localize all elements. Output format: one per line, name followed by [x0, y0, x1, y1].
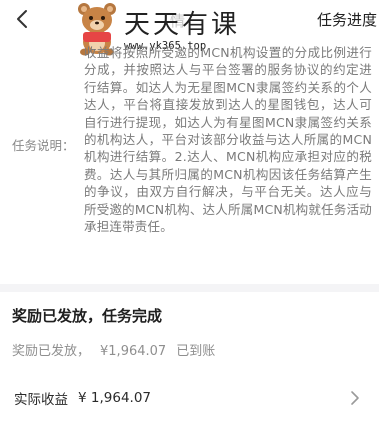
- task-detail-page: 情 天天有课 www.yk365.top 任务进度 任务说明： 收益将按照所受邀…: [0, 0, 379, 432]
- section-divider: [0, 284, 379, 292]
- actual-income-label: 实际收益: [14, 392, 68, 408]
- reward-status-title: 奖励已发放，任务完成: [12, 307, 163, 325]
- header-bar: 情 天天有课 www.yk365.top 任务进度: [0, 0, 379, 56]
- chevron-right-icon: [351, 391, 359, 405]
- reward-status-suffix: 已到账: [176, 344, 216, 359]
- description-label: 任务说明：: [12, 138, 75, 153]
- actual-income-row[interactable]: 实际收益 ¥ 1,964.07: [12, 378, 362, 418]
- chevron-left-icon: [17, 10, 27, 28]
- reward-status-label: 奖励已发放，: [12, 344, 91, 359]
- watermark-title: 天天有课: [124, 10, 241, 40]
- actual-income-amount: ¥ 1,964.07: [78, 390, 151, 406]
- reward-status-row: 奖励已发放， ¥1,964.07 已到账: [12, 340, 225, 359]
- reward-amount: ¥1,964.07: [100, 344, 167, 359]
- description-text: 收益将按照所受邀的MCN机构设置的分成比例进行分成，并按照达人与平台签署的服务协…: [84, 45, 372, 235]
- tab-task-progress[interactable]: 任务进度: [317, 9, 377, 30]
- back-button[interactable]: [8, 2, 36, 36]
